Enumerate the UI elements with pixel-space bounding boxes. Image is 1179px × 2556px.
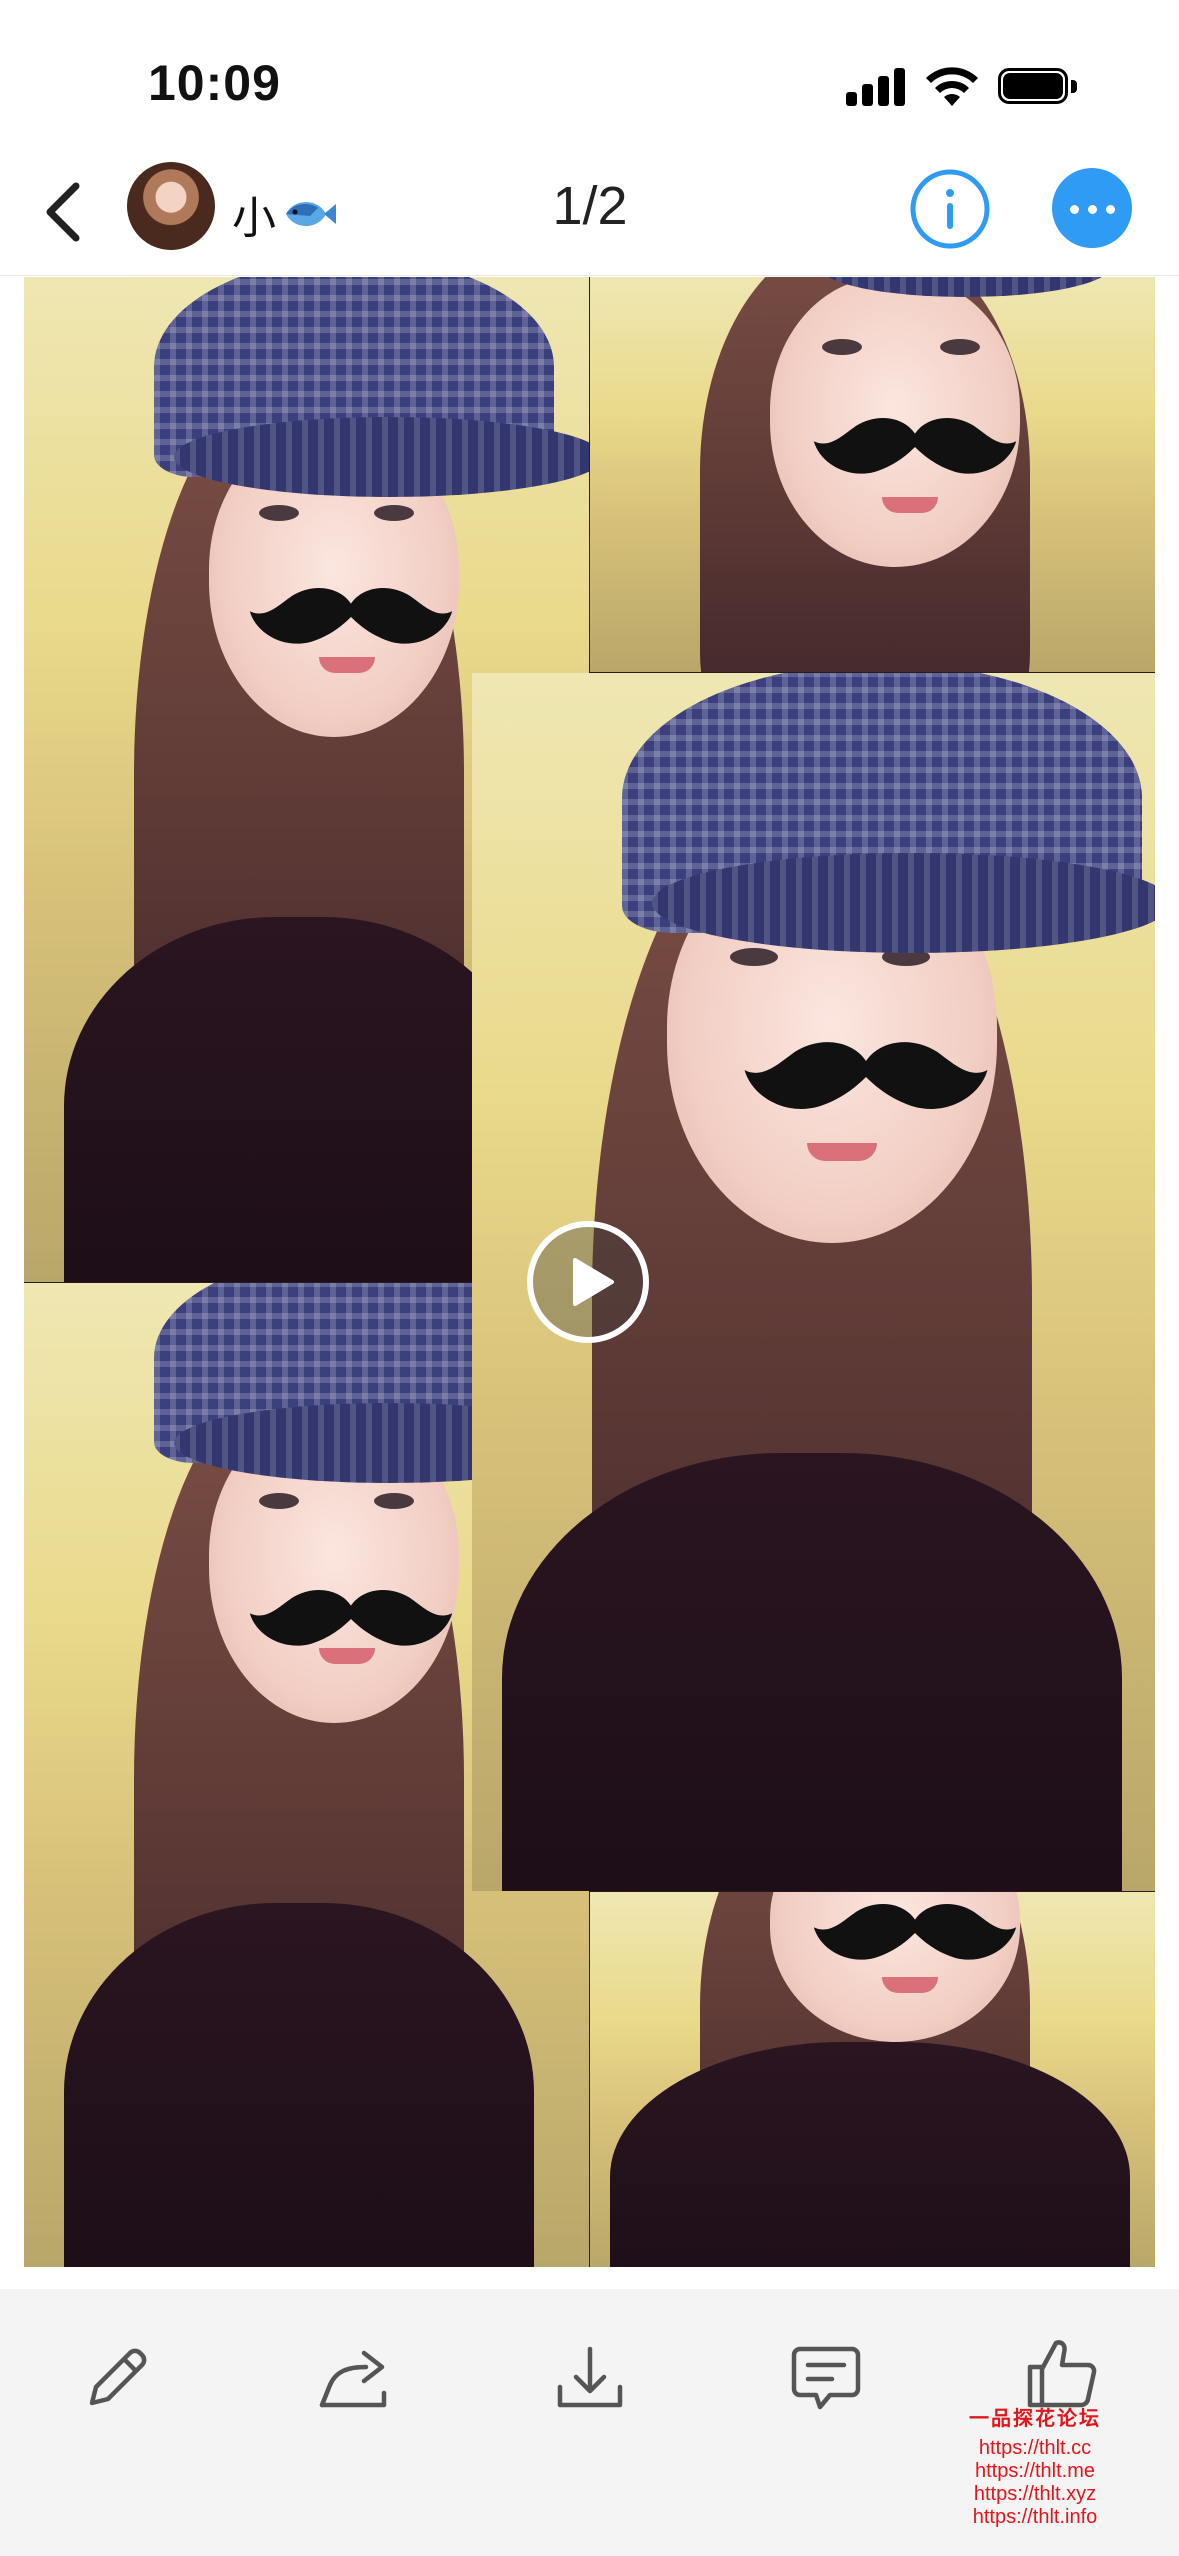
status-time: 10:09 — [148, 55, 281, 111]
watermark: 一品探花论坛 https://thlt.cc https://thlt.me h… — [955, 2402, 1115, 2529]
info-icon — [910, 169, 990, 249]
page-counter: 1/2 — [552, 176, 628, 236]
username-label: 小 — [232, 194, 276, 243]
status-bar: 10:09 — [0, 0, 1179, 150]
edit-button[interactable] — [78, 2337, 158, 2417]
fish-icon — [286, 202, 336, 226]
video-thumbnail[interactable] — [24, 277, 1155, 2267]
mustache-sticker — [744, 1042, 988, 1109]
watermark-url: https://thlt.me — [974, 2460, 1096, 2482]
mustache-sticker — [813, 1903, 1017, 1960]
thumbs-up-icon — [1027, 2340, 1097, 2408]
play-button[interactable] — [527, 1221, 649, 1343]
pencil-icon — [89, 2348, 147, 2406]
wifi-icon — [926, 67, 978, 106]
watermark-title: 一品探花论坛 — [969, 2406, 1101, 2430]
download-icon — [557, 2346, 623, 2408]
info-button[interactable] — [909, 168, 991, 250]
mustache-sticker — [249, 1589, 453, 1646]
more-options-button[interactable] — [1052, 168, 1132, 248]
play-icon — [573, 1258, 614, 1306]
watermark-url: https://thlt.info — [972, 2506, 1098, 2528]
back-button[interactable] — [30, 172, 100, 252]
share-icon — [319, 2350, 387, 2408]
share-button[interactable] — [314, 2337, 394, 2417]
watermark-url: https://thlt.cc — [978, 2437, 1092, 2459]
more-dots-icon — [1070, 205, 1079, 214]
comment-button[interactable] — [786, 2337, 866, 2417]
download-button[interactable] — [550, 2337, 630, 2417]
chevron-left-icon — [46, 182, 80, 242]
avatar[interactable] — [127, 162, 215, 250]
mustache-sticker — [813, 417, 1017, 474]
mustache-sticker — [249, 587, 453, 644]
username[interactable]: 小 — [232, 182, 338, 246]
like-button[interactable] — [1022, 2333, 1102, 2413]
battery-icon — [998, 68, 1080, 106]
nav-bar: 小 1/2 — [0, 150, 1179, 276]
comment-icon — [791, 2346, 861, 2410]
cellular-signal-icon — [846, 66, 908, 106]
watermark-url: https://thlt.xyz — [973, 2483, 1097, 2505]
